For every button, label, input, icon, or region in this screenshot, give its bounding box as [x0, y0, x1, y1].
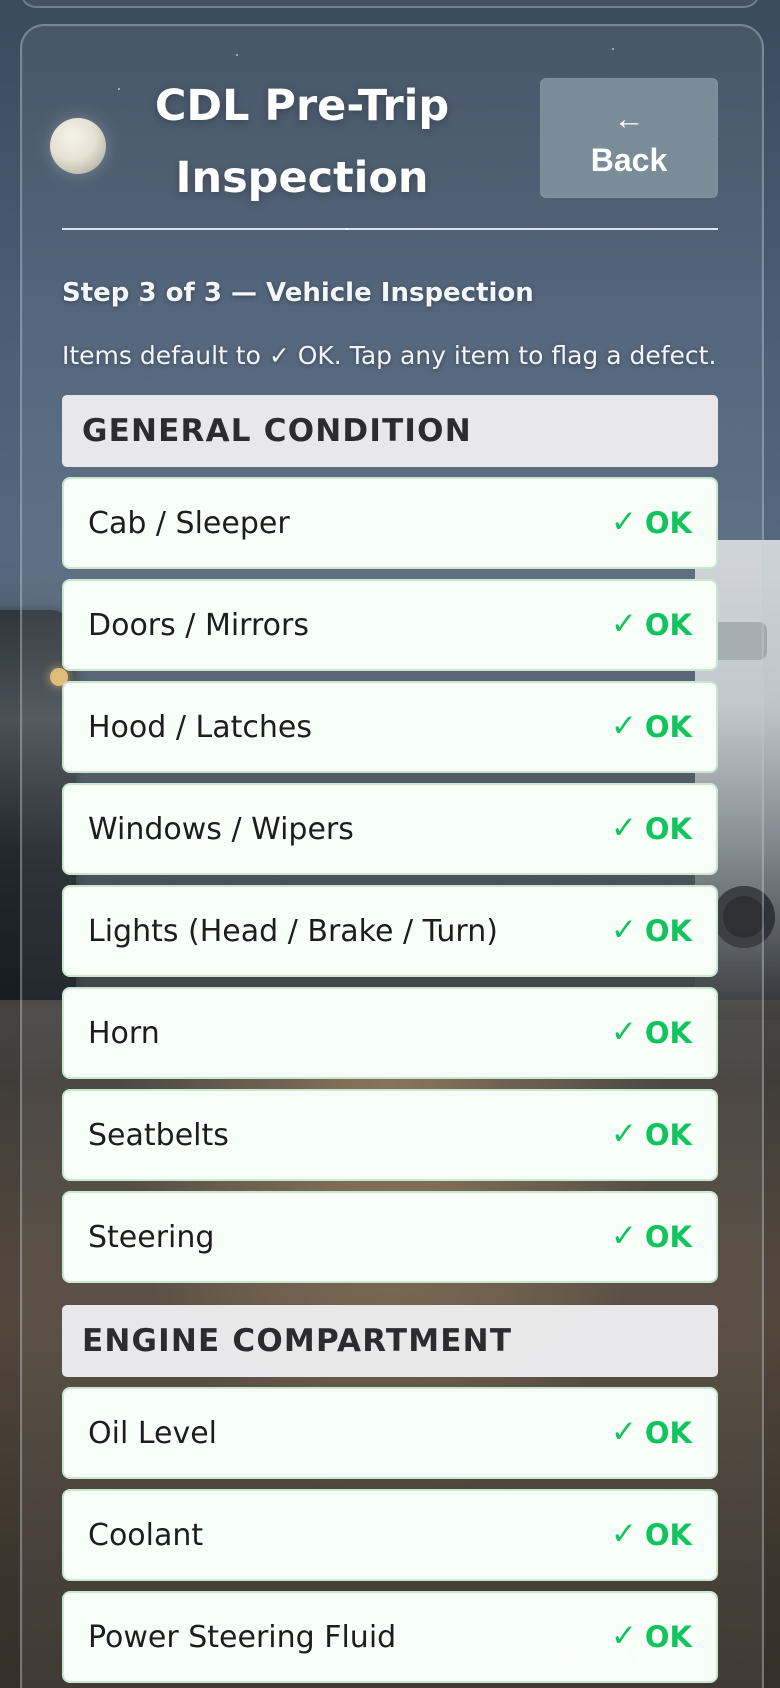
- check-icon: ✓: [610, 809, 637, 846]
- check-icon: ✓: [610, 1115, 637, 1152]
- section-general-condition: GENERAL CONDITION Cab / Sleeper ✓ OK Doo…: [62, 395, 718, 1284]
- status-text: OK: [644, 914, 692, 949]
- status-badge: ✓ OK: [611, 506, 692, 540]
- inspection-content: CDL Pre-Trip Inspection ← Back Step 3 of…: [62, 24, 718, 1688]
- inspection-item-hood-latches[interactable]: Hood / Latches ✓ OK: [62, 681, 718, 774]
- general-condition-list: Cab / Sleeper ✓ OK Doors / Mirrors ✓ OK …: [62, 477, 718, 1284]
- back-button-label: Back: [590, 142, 668, 178]
- back-arrow-icon: ←: [613, 101, 645, 136]
- item-label: Cab / Sleeper: [88, 505, 290, 541]
- status-text: OK: [644, 710, 692, 745]
- item-label: Oil Level: [88, 1415, 218, 1451]
- item-label: Power Steering Fluid: [88, 1619, 397, 1655]
- status-text: OK: [644, 1016, 692, 1051]
- version-label: v2026.09.24.008: [545, 1647, 696, 1669]
- status-text: OK: [644, 608, 692, 643]
- back-button[interactable]: ← Back: [540, 78, 718, 198]
- top-panel-edge: [20, 0, 760, 8]
- status-badge: ✓ OK: [611, 914, 692, 948]
- inspection-item-cab-sleeper[interactable]: Cab / Sleeper ✓ OK: [62, 477, 718, 570]
- instruction-text: Items default to ✓ OK. Tap any item to f…: [62, 341, 717, 371]
- item-label: Seatbelts: [88, 1117, 229, 1153]
- page-header: CDL Pre-Trip Inspection ← Back: [62, 24, 718, 230]
- inspection-item-horn[interactable]: Horn ✓ OK: [62, 987, 718, 1080]
- item-label: Doors / Mirrors: [88, 607, 309, 643]
- step-text: Step 3 of 3 — Vehicle Inspection: [62, 278, 534, 308]
- status-badge: ✓ OK: [611, 608, 692, 642]
- inspection-item-oil-level[interactable]: Oil Level ✓ OK: [62, 1387, 718, 1480]
- status-badge: ✓ OK: [611, 812, 692, 846]
- section-header-general-condition: GENERAL CONDITION: [62, 395, 718, 468]
- item-label: Coolant: [88, 1517, 204, 1553]
- inspection-item-doors-mirrors[interactable]: Doors / Mirrors ✓ OK: [62, 579, 718, 672]
- check-icon: ✓: [610, 707, 637, 744]
- status-badge: ✓ OK: [611, 1016, 692, 1050]
- page-title: CDL Pre-Trip Inspection: [154, 81, 450, 203]
- check-icon: ✓: [610, 1413, 637, 1450]
- inspection-item-windows-wipers[interactable]: Windows / Wipers ✓ OK: [62, 783, 718, 876]
- section-engine-compartment: ENGINE COMPARTMENT Oil Level ✓ OK Coolan…: [62, 1305, 718, 1684]
- inspection-item-steering[interactable]: Steering ✓ OK: [62, 1191, 718, 1284]
- item-label: Horn: [88, 1015, 160, 1051]
- status-text: OK: [644, 812, 692, 847]
- section-header-engine-compartment: ENGINE COMPARTMENT: [62, 1305, 718, 1378]
- header-divider: [62, 228, 718, 230]
- status-badge: ✓ OK: [611, 1118, 692, 1152]
- item-label: Steering: [88, 1219, 215, 1255]
- inspection-item-seatbelts[interactable]: Seatbelts ✓ OK: [62, 1089, 718, 1182]
- item-label: Windows / Wipers: [88, 811, 354, 847]
- check-icon: ✓: [610, 1217, 637, 1254]
- status-badge: ✓ OK: [611, 1518, 692, 1552]
- inspection-item-lights[interactable]: Lights (Head / Brake / Turn) ✓ OK: [62, 885, 718, 978]
- check-icon: ✓: [610, 1515, 637, 1552]
- check-icon: ✓: [610, 911, 637, 948]
- status-text: OK: [644, 1518, 692, 1553]
- status-badge: ✓ OK: [611, 1220, 692, 1254]
- check-icon: ✓: [610, 503, 637, 540]
- engine-compartment-list: Oil Level ✓ OK Coolant ✓ OK Power Steeri…: [62, 1387, 718, 1684]
- item-label: Hood / Latches: [88, 709, 312, 745]
- status-badge: ✓ OK: [611, 1416, 692, 1450]
- status-text: OK: [644, 1220, 692, 1255]
- check-icon: ✓: [610, 605, 637, 642]
- status-text: OK: [644, 506, 692, 541]
- status-badge: ✓ OK: [611, 710, 692, 744]
- inspection-item-coolant[interactable]: Coolant ✓ OK: [62, 1489, 718, 1582]
- item-label: Lights (Head / Brake / Turn): [88, 913, 498, 949]
- check-icon: ✓: [610, 1013, 637, 1050]
- status-text: OK: [644, 1118, 692, 1153]
- status-text: OK: [644, 1416, 692, 1451]
